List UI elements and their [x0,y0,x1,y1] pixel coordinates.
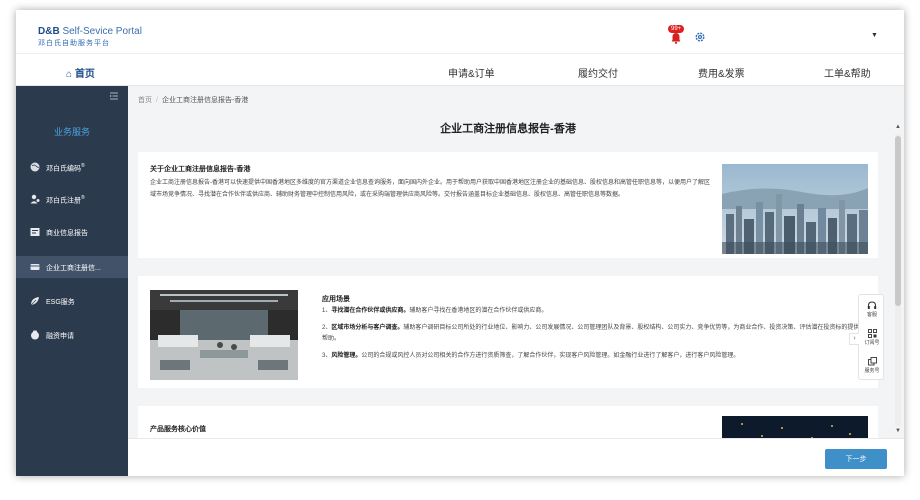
subscription-qr-button[interactable]: 订阅号 [859,329,885,346]
city-skyline-image [722,164,868,254]
usage-item-heading: 风险管理。 [331,352,362,359]
sidebar-item-label: 企业工商注册信... [46,265,101,272]
usage-item: 1、寻找潜在合作伙伴或供应商。辅助客户寻找在香港地区的潜在合作伙伴或供应商。 [322,306,862,318]
sidebar-item-label: 邓白氏编码 [46,165,81,173]
scroll-down-arrow[interactable]: ▼ [895,428,901,434]
usage-item-number: 1、 [322,308,332,314]
breadcrumb: 首页 / 企业工商注册信息报告-香港 [138,95,248,105]
nav-item-invoices[interactable]: 费用&发票 [698,65,745,80]
chevron-down-icon[interactable]: ▼ [871,32,878,39]
breadcrumb-separator: / [156,97,158,104]
sidebar-item-duns[interactable]: 邓白氏编码® [16,156,128,178]
service-account-button[interactable]: 服务号 [859,357,885,374]
usage-item-text: 辅助客户寻找在香港地区的潜在合作伙伴或供应商。 [409,308,548,314]
chevron-right-icon[interactable]: › [849,333,859,345]
logo-suffix: Self-Sevice Portal [59,26,142,37]
usage-item-text: 公司的合规或风控人员对公司相关的合作方进行资质筛查，了解合作伙伴，实现客户风险管… [361,352,740,359]
usage-list: 1、寻找潜在合作伙伴或供应商。辅助客户寻找在香港地区的潜在合作伙伴或供应商。 2… [322,306,862,367]
notification-badge: 99+ [668,25,685,33]
content-scrollbar[interactable]: ▲ ▼ [892,124,902,438]
scroll-up-arrow[interactable]: ▲ [895,124,901,130]
logo-brand: D&B [38,26,60,37]
qrcode-icon [867,329,877,338]
usage-item-number: 3、 [322,352,332,359]
footer-bar: 下一步 [128,438,904,476]
sidebar-item-esg[interactable]: ESG服务 [16,290,128,312]
about-card: 关于企业工商注册信息报告-香港 企业工商注册信息报告-香港可以快速提供中国香港地… [138,152,878,258]
breadcrumb-current: 企业工商注册信息报告-香港 [161,97,249,104]
nav-item-help[interactable]: 工单&帮助 [824,65,871,80]
nav-item-orders[interactable]: 申请&订单 [448,65,495,80]
page-title: 企业工商注册信息报告-香港 [440,123,576,135]
about-title: 关于企业工商注册信息报告-香港 [150,166,251,173]
breadcrumb-home[interactable]: 首页 [138,97,152,104]
scrollbar-thumb[interactable] [895,136,901,306]
sidebar-item-business-report[interactable]: 商业信息报告 [16,221,128,243]
usage-item: 3、风险管理。公司的合规或风控人员对公司相关的合作方进行资质筛查，了解合作伙伴，… [322,351,862,363]
nav-item-delivery[interactable]: 履约交付 [578,65,618,80]
float-item-label: 客服 [866,312,877,318]
registered-mark: ® [81,195,85,201]
float-item-label: 服务号 [864,368,880,374]
usage-item-number: 2、 [322,324,332,331]
app-window: D&B Self-Sevice Portal 邓白氏自助服务平台 99+ ▼ ⌂… [16,10,904,476]
card-icon [30,264,40,270]
globe-icon [30,162,40,172]
about-text: 企业工商注册信息报告-香港可以快速提供中国香港地区多维度的官方渠道企业信息查询服… [150,180,711,198]
headset-icon [867,301,877,309]
usage-item: 2、区域市场分析与客户调查。辅助客户调研目标公司所处的行业地位、影响力、公司发展… [322,323,862,346]
float-item-label: 订阅号 [864,340,880,346]
usage-card: 应用场景 1、寻找潜在合作伙伴或供应商。辅助客户寻找在香港地区的潜在合作伙伴或供… [138,276,878,388]
bell-icon[interactable] [670,32,682,44]
main-nav: ⌂ 首页 申请&订单 履约交付 费用&发票 工单&帮助 [16,54,904,86]
report-icon [30,228,40,236]
usage-item-heading: 寻找潜在合作伙伴或供应商。 [331,308,410,314]
registered-mark: ® [81,163,85,169]
sidebar-item-financing[interactable]: 融资申请 [16,324,128,346]
logo-subtitle: 邓白氏自助服务平台 [38,40,110,47]
main-content: 首页 / 企业工商注册信息报告-香港 企业工商注册信息报告-香港 关于企业工商注册信… [128,86,904,476]
user-icon [30,194,40,204]
gear-icon[interactable] [694,31,706,43]
copy-icon [867,357,877,366]
finance-icon [31,330,39,340]
next-button[interactable]: 下一步 [825,449,887,469]
sidebar-item-registration[interactable]: 邓白氏注册® [16,188,128,210]
nav-home[interactable]: ⌂ 首页 [66,65,95,80]
nav-home-label: 首页 [74,69,95,80]
sidebar-item-label: ESG服务 [46,299,75,306]
leaf-icon [30,297,39,306]
logo[interactable]: D&B Self-Sevice Portal 邓白氏自助服务平台 [38,26,142,48]
sidebar: 业务服务 邓白氏编码® 邓白氏注册® 商业信息报告 企业工商注册信... ESG… [16,86,128,476]
top-header: D&B Self-Sevice Portal 邓白氏自助服务平台 99+ ▼ [16,10,904,54]
sidebar-title: 业务服务 [53,127,90,137]
sidebar-item-label: 商业信息报告 [46,230,88,237]
office-image [150,290,298,380]
usage-item-text: 辅助客户调研目标公司所处的行业地位、影响力、公司发展情况、公司管理团队及背景、股… [322,324,860,343]
sidebar-item-label: 融资申请 [46,333,74,340]
usage-item-heading: 区域市场分析与客户调查。 [331,324,404,331]
home-icon: ⌂ [66,69,73,80]
value-title: 产品服务核心价值 [150,426,206,433]
sidebar-item-label: 邓白氏注册 [46,197,81,205]
usage-title: 应用场景 [322,296,350,303]
menu-collapse-icon[interactable] [110,92,118,100]
sidebar-item-hk-registry[interactable]: 企业工商注册信... [16,256,128,278]
customer-service-button[interactable]: 客服 [859,301,885,318]
floating-service-panel: › 客服 订阅号 服务号 [849,294,885,380]
